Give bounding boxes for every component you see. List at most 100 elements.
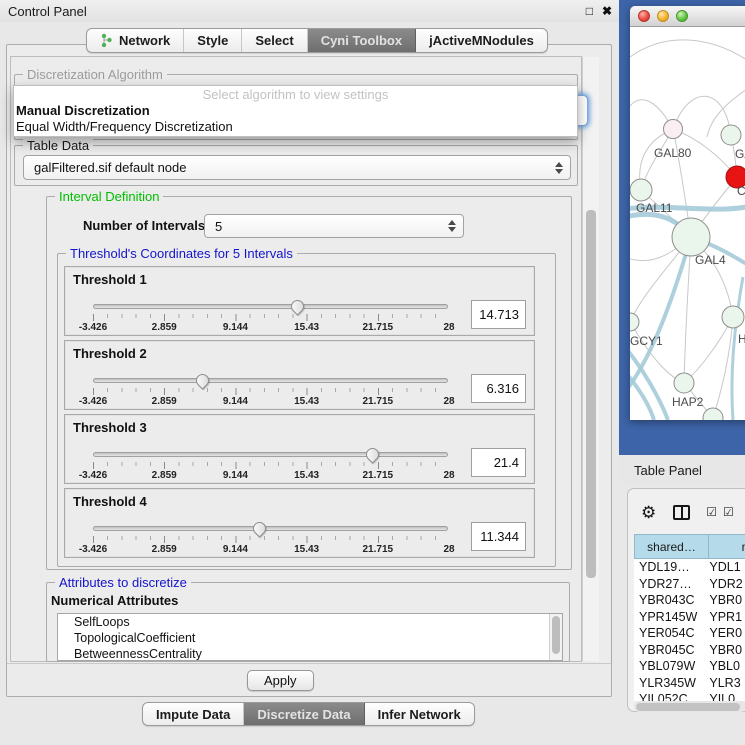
table-data-group: Table Data galFiltered.sif default node (14, 145, 578, 186)
algorithm-option-equal-width[interactable]: Equal Width/Frequency Discretization (14, 119, 577, 135)
threshold-box: Threshold 4 -3.4262.8599.14415.4321.7152… (64, 488, 535, 558)
panel-scrollbar-thumb[interactable] (586, 210, 596, 578)
tick-label: 21.715 (363, 544, 394, 555)
node-gal80[interactable] (664, 120, 683, 139)
tick-label: 9.144 (223, 396, 248, 407)
tick-label: 2.859 (152, 470, 177, 481)
table-cell: YLR345W (634, 675, 704, 692)
threshold-slider-handle[interactable] (288, 297, 306, 315)
table-hscrollbar-thumb[interactable] (636, 703, 740, 711)
tab-label: Infer Network (378, 707, 461, 722)
node-label: GA (735, 147, 745, 161)
table-toolbar: ⚙ ☑ ☑ (628, 497, 745, 527)
node-gcy1[interactable] (630, 313, 639, 331)
float-window-button[interactable]: □ (586, 5, 593, 17)
attributes-items: SelfLoopsTopologicalCoefficientBetweenne… (58, 614, 562, 661)
numerical-attributes-list: SelfLoopsTopologicalCoefficientBetweenne… (57, 613, 563, 661)
table-cell: YDR27… (634, 576, 704, 593)
threshold-value-field[interactable]: 21.4 (471, 448, 526, 477)
checkbox-icon[interactable]: ☑ (723, 506, 734, 518)
bottom-tab-impute-data[interactable]: Impute Data (143, 703, 244, 725)
attributes-list-scrollbar[interactable] (549, 614, 562, 661)
threshold-slider-track[interactable] (93, 452, 448, 457)
table-row[interactable]: YPR145WYPR1 (634, 609, 745, 626)
tick-label: 2.859 (152, 544, 177, 555)
threshold-slider-handle[interactable] (363, 445, 381, 463)
table-cell: YDL19… (634, 559, 704, 576)
threshold-slider-track[interactable] (93, 304, 448, 309)
thresholds-container: Threshold 1 -3.4262.8599.14415.4321.7152… (64, 266, 535, 558)
apply-button[interactable]: Apply (247, 670, 314, 691)
node-top-right[interactable] (721, 125, 741, 145)
checkbox-icon[interactable]: ☑ (706, 506, 717, 518)
attribute-list-item[interactable]: TopologicalCoefficient (58, 630, 562, 646)
node-hap2[interactable] (674, 373, 694, 393)
table-row[interactable]: YER054CYER0 (634, 625, 745, 642)
tab-jactivemnodules[interactable]: jActiveMNodules (416, 29, 547, 52)
attribute-list-item[interactable]: BetweennessCentrality (58, 646, 562, 661)
split-column-icon[interactable] (673, 505, 690, 520)
discretization-algorithm-title: Discretization Algorithm (23, 67, 167, 82)
algorithm-placeholder-item[interactable]: Select algorithm to view settings (14, 86, 577, 103)
tick-label: -3.426 (79, 322, 107, 333)
table-cell: YBR045C (634, 642, 704, 659)
table-cell: YBR0 (704, 592, 745, 609)
tab-style[interactable]: Style (184, 29, 242, 52)
table-row[interactable]: YLR345WYLR3 (634, 675, 745, 692)
table-row[interactable]: YDL19…YDL1 (634, 559, 745, 576)
tab-select[interactable]: Select (242, 29, 307, 52)
tab-label: Discretize Data (257, 707, 350, 722)
node-gal4[interactable] (672, 218, 710, 256)
node-gal11[interactable] (630, 179, 652, 201)
table-data-select[interactable]: galFiltered.sif default node (23, 155, 571, 180)
threshold-slider-track[interactable] (93, 526, 448, 531)
tab-label: Style (197, 33, 228, 48)
table-row[interactable]: YBR045CYBR0 (634, 642, 745, 659)
node-label: HAP2 (672, 395, 704, 409)
node-label: C (737, 184, 745, 198)
numerical-attributes-label: Numerical Attributes (51, 593, 178, 608)
number-of-intervals-label: Number of Intervals (83, 218, 205, 233)
minimize-window-icon[interactable] (657, 10, 669, 22)
tab-label: Network (119, 33, 170, 48)
attribute-list-item[interactable]: SelfLoops (58, 614, 562, 630)
tab-label: Select (255, 33, 293, 48)
threshold-value-field[interactable]: 14.713 (471, 300, 526, 329)
slider-tick-labels: -3.4262.8599.14415.4321.71528 (93, 322, 449, 334)
node-right[interactable] (722, 306, 744, 328)
table-hscrollbar[interactable] (634, 701, 745, 712)
threshold-slider-track[interactable] (93, 378, 448, 383)
number-of-intervals-value: 5 (215, 219, 222, 234)
gear-icon[interactable]: ⚙ (641, 504, 656, 521)
attributes-scrollbar-thumb[interactable] (552, 616, 560, 654)
tick-label: 9.144 (223, 470, 248, 481)
threshold-label: Threshold 1 (73, 272, 147, 287)
table-row[interactable]: YDR27…YDR2 (634, 576, 745, 593)
table-row[interactable]: YBL079WYBL0 (634, 658, 745, 675)
algorithm-dropdown-popup: Select algorithm to view settings Manual… (13, 85, 578, 137)
table-panel-header: Table Panel (619, 455, 745, 485)
tab-network[interactable]: Network (87, 29, 184, 52)
bottom-tab-infer-network[interactable]: Infer Network (365, 703, 474, 725)
number-of-intervals-select[interactable]: 5 (204, 214, 464, 238)
table-row[interactable]: YBR043CYBR0 (634, 592, 745, 609)
column-header-shared[interactable]: shared… (634, 534, 708, 559)
threshold-value-field[interactable]: 11.344 (471, 522, 526, 551)
table-row[interactable]: YIL052CYIL0 (634, 691, 745, 701)
tick-label: 15.43 (294, 322, 319, 333)
close-panel-button[interactable]: ✖ (602, 5, 612, 17)
threshold-value-field[interactable]: 6.316 (471, 374, 526, 403)
bottom-tab-discretize-data[interactable]: Discretize Data (244, 703, 364, 725)
column-header-name[interactable]: na (708, 534, 745, 559)
tick-label: 2.859 (152, 322, 177, 333)
tick-label: 28 (443, 544, 454, 555)
close-window-icon[interactable] (638, 10, 650, 22)
panel-scrollbar[interactable] (582, 57, 599, 661)
tick-label: 28 (443, 396, 454, 407)
algorithm-option-manual[interactable]: Manual Discretization (14, 103, 577, 119)
network-canvas[interactable]: GAL80 GA C GAL11 GAL4 H GCY1 HAP2 (630, 27, 745, 420)
zoom-window-icon[interactable] (676, 10, 688, 22)
threshold-slider-handle[interactable] (194, 371, 212, 389)
threshold-slider-handle[interactable] (250, 519, 268, 537)
tab-cyni-toolbox[interactable]: Cyni Toolbox (308, 29, 416, 52)
